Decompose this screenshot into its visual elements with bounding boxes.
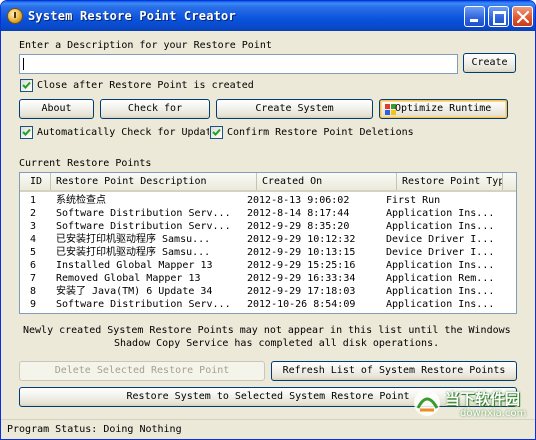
table-cell-description: 安装了 Java(TM) 6 Update 34 [56, 286, 213, 297]
minimize-button[interactable] [464, 6, 485, 27]
status-text: Program Status: Doing Nothing [7, 424, 182, 435]
logo-icon [414, 390, 440, 416]
table-cell-id: 5 [30, 247, 37, 258]
table-cell-created: 2012-9-29 10:13:15 [247, 247, 356, 258]
column-header-created-on[interactable]: Created On [257, 173, 397, 190]
table-cell-type: Application Ins... [386, 286, 495, 297]
close-after-checkbox[interactable] [20, 79, 33, 92]
table-cell-created: 2012-9-29 8:35:20 [247, 221, 350, 232]
table-cell-created: 2012-8-14 8:17:44 [247, 208, 350, 219]
table-row[interactable]: 5 已安装打印机驱动程序 Samsu... 2012-9-29 10:13:15 De… [20, 246, 516, 259]
checkmark-icon [22, 128, 31, 136]
about-button[interactable]: About [19, 99, 94, 119]
text-caret [23, 58, 24, 70]
table-cell-description: 已安装打印机驱动程序 Samsu... [56, 247, 211, 258]
table-cell-description: Software Distribution Serv... [56, 221, 231, 232]
table-row[interactable]: 1 系统检查点 2012-8-13 9:06:02 First Run [20, 194, 516, 207]
optimize-runtime-label: Optimize Runtime [395, 103, 492, 114]
close-icon [517, 11, 529, 23]
restore-points-heading: Current Restore Points [19, 158, 152, 169]
table-cell-created: 2012-9-29 16:33:34 [247, 273, 356, 284]
window-title: System Restore Point Creator [28, 9, 236, 23]
table-row[interactable]: 7 Removed Global Mapper 13 2012-9-29 16:33… [20, 272, 516, 285]
table-cell-id: 3 [30, 221, 37, 232]
create-system-restore-point-button[interactable]: Create System [216, 99, 373, 119]
app-icon [7, 8, 23, 24]
notice-line-1: Newly created System Restore Points may … [23, 325, 511, 336]
table-cell-type: Application Ins... [386, 260, 495, 271]
table-row[interactable]: 4 已安装打印机驱动程序 Samsu... 2012-9-29 10:12:32 De… [20, 233, 516, 246]
confirm-deletions-label: Confirm Restore Point Deletions [227, 127, 414, 138]
delete-restore-point-button[interactable]: Delete Selected Restore Point [19, 361, 265, 381]
description-input[interactable] [19, 54, 458, 74]
table-cell-description: 系统检查点 [56, 195, 106, 206]
auto-check-updates-label: Automatically Check for Updat [37, 127, 209, 138]
refresh-list-button[interactable]: Refresh List of System Restore Points [271, 361, 517, 381]
auto-check-updates-checkbox[interactable] [20, 126, 33, 139]
close-after-label: Close after Restore Point is created [37, 80, 254, 91]
table-cell-type: Device Driver I... [386, 234, 495, 245]
table-cell-description: Software Distribution Serv... [56, 299, 231, 310]
table-row[interactable]: 8 安装了 Java(TM) 6 Update 34 2012-9-29 17:18… [20, 285, 516, 298]
table-cell-created: 2012-8-13 9:06:02 [247, 195, 350, 206]
table-cell-created: 2012-10-26 8:54:09 [247, 299, 356, 310]
table-cell-description: Removed Global Mapper 13 [56, 273, 201, 284]
table-cell-id: 4 [30, 234, 37, 245]
table-row[interactable]: 2 Software Distribution Serv... 2012-8-14 … [20, 207, 516, 220]
optimize-runtime-button[interactable]: Optimize Runtime [379, 99, 508, 119]
table-cell-type: Application Rem... [386, 273, 495, 284]
table-cell-type: Application Ins... [386, 299, 495, 310]
table-cell-created: 2012-9-29 15:25:16 [247, 260, 356, 271]
table-cell-type: Application Ins... [386, 221, 495, 232]
column-header-id[interactable]: ID [20, 173, 51, 190]
create-button[interactable]: Create [463, 53, 516, 73]
column-header-description[interactable]: Restore Point Description [51, 173, 257, 190]
checkmark-icon [22, 81, 31, 89]
checkmark-icon [212, 128, 221, 136]
table-cell-id: 2 [30, 208, 37, 219]
app-window: System Restore Point Creator Enter a Des… [0, 0, 536, 440]
table-cell-type: Application Ins... [386, 208, 495, 219]
description-label: Enter a Description for your Restore Poi… [19, 40, 272, 51]
notice-line-2: Shadow Copy Service has completed all di… [114, 338, 440, 349]
watermark-logo: 当下软件园 downxia.com [396, 384, 535, 424]
title-bar[interactable]: System Restore Point Creator [1, 1, 535, 31]
check-for-updates-button[interactable]: Check for [100, 99, 210, 119]
table-cell-created: 2012-9-29 17:18:03 [247, 286, 356, 297]
table-cell-type: First Run [386, 195, 441, 206]
table-row[interactable]: 3 Software Distribution Serv... 2012-9-29 … [20, 220, 516, 233]
restore-points-list[interactable]: ID Restore Point Description Created On … [19, 172, 517, 314]
maximize-button[interactable] [488, 6, 509, 27]
confirm-deletions-checkbox[interactable] [210, 126, 223, 139]
table-cell-id: 6 [30, 260, 37, 271]
table-cell-description: Software Distribution Serv... [56, 208, 231, 219]
table-row[interactable]: 6 Installed Global Mapper 13 2012-9-29 15:… [20, 259, 516, 272]
close-button[interactable] [512, 6, 533, 27]
table-cell-id: 9 [30, 299, 37, 310]
list-header: ID Restore Point Description Created On … [20, 173, 516, 192]
watermark-url: downxia.com [460, 408, 527, 419]
table-cell-description: 已安装打印机驱动程序 Samsu... [56, 234, 211, 245]
table-cell-description: Installed Global Mapper 13 [56, 260, 213, 271]
table-cell-id: 1 [30, 195, 37, 206]
table-cell-type: Device Driver I... [386, 247, 495, 258]
table-cell-id: 7 [30, 273, 37, 284]
column-header-type[interactable]: Restore Point Type [397, 173, 503, 190]
table-cell-id: 8 [30, 286, 37, 297]
table-row[interactable]: 9 Software Distribution Serv... 2012-10-26… [20, 298, 516, 311]
watermark-title: 当下软件园 [445, 390, 521, 408]
table-cell-created: 2012-9-29 10:12:32 [247, 234, 356, 245]
